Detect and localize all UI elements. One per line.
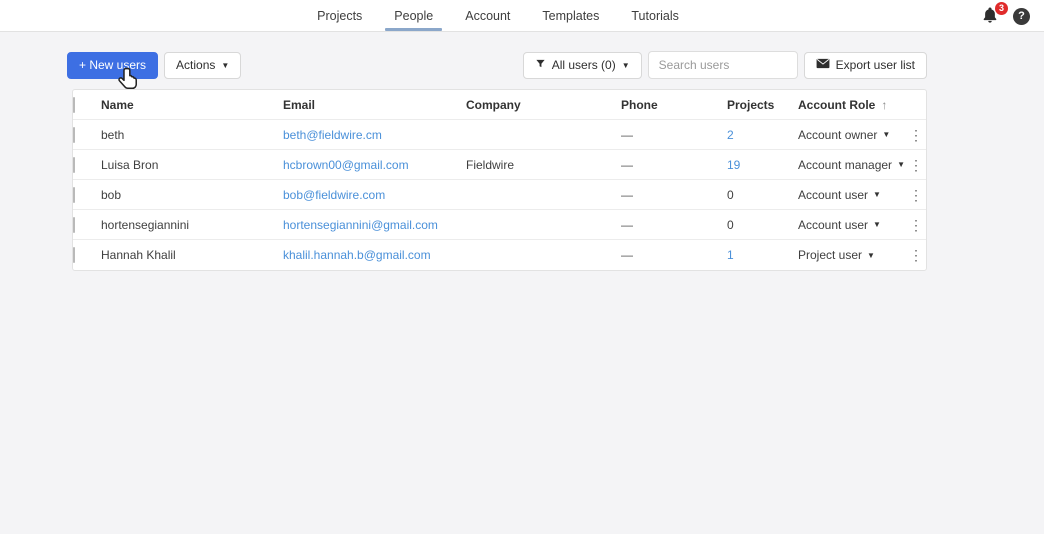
header-name[interactable]: Name <box>101 98 283 112</box>
user-name: Luisa Bron <box>101 157 159 172</box>
toolbar-left: + New users Actions ▼ <box>67 51 242 79</box>
row-menu-kebab-icon[interactable]: ⋮ <box>909 248 923 262</box>
users-toolbar: + New users Actions ▼ All users (0) ▼ Se… <box>67 51 927 79</box>
row-menu-kebab-icon[interactable]: ⋮ <box>909 218 923 232</box>
chevron-down-icon: ▼ <box>221 60 230 70</box>
chevron-down-icon: ▼ <box>867 250 875 260</box>
filter-label: All users (0) <box>551 58 616 72</box>
search-input[interactable] <box>647 51 798 79</box>
sort-ascending-icon: ↑ <box>881 97 888 112</box>
notification-badge: 3 <box>995 2 1008 15</box>
help-button[interactable]: ? <box>1013 7 1030 25</box>
header-phone[interactable]: Phone <box>621 98 727 112</box>
account-role-dropdown[interactable]: Account user ▼ <box>798 188 898 202</box>
export-label: Export user list <box>835 58 915 72</box>
user-email-link[interactable]: beth@fieldwire.cm <box>283 128 382 142</box>
chevron-down-icon: ▼ <box>882 130 891 139</box>
table-row: beth beth@fieldwire.cm — 2 Account owner… <box>73 120 926 150</box>
account-role-dropdown[interactable]: Account user ▼ <box>798 218 898 232</box>
top-navigation-bar: Projects People Account Templates Tutori… <box>0 0 1044 32</box>
row-menu-kebab-icon[interactable]: ⋮ <box>909 158 923 172</box>
users-table: Name Email Company Phone Projects Accoun… <box>72 89 927 271</box>
table-body: beth beth@fieldwire.cm — 2 Account owner… <box>73 120 926 270</box>
nav-tab-tutorials[interactable]: Tutorials <box>622 0 687 31</box>
filter-users-button[interactable]: All users (0) ▼ <box>522 51 642 79</box>
row-checkbox[interactable] <box>73 247 75 263</box>
row-menu-kebab-icon[interactable]: ⋮ <box>909 188 923 202</box>
nav-tabs: Projects People Account Templates Tutori… <box>308 0 688 31</box>
account-role-dropdown[interactable]: Account manager ▼ <box>798 158 905 172</box>
bell-icon <box>981 7 999 28</box>
user-email-link[interactable]: hcbrown00@gmail.com <box>283 158 409 172</box>
user-projects-count[interactable]: 1 <box>727 248 734 262</box>
user-projects-count: 0 <box>727 217 734 232</box>
nav-tab-templates[interactable]: Templates <box>533 0 608 31</box>
user-email-link[interactable]: hortensegiannini@gmail.com <box>283 218 438 232</box>
row-checkbox[interactable] <box>73 186 75 203</box>
account-role-dropdown[interactable]: Account owner ▼ <box>798 128 898 142</box>
table-row: hortensegiannini hortensegiannini@gmail.… <box>73 210 926 240</box>
chevron-down-icon: ▼ <box>873 220 881 229</box>
user-phone: — <box>621 127 633 142</box>
account-role-label: Account Role <box>798 97 876 112</box>
user-name: beth <box>101 127 125 142</box>
user-projects-count: 0 <box>727 187 734 202</box>
table-row: bob bob@fieldwire.com — 0 Account user ▼ … <box>73 180 926 210</box>
select-all-checkbox[interactable] <box>73 96 75 113</box>
user-phone: — <box>621 217 633 232</box>
user-phone: — <box>621 187 633 202</box>
user-name: bob <box>101 187 122 202</box>
header-email[interactable]: Email <box>283 98 466 112</box>
user-email-link[interactable]: khalil.hannah.b@gmail.com <box>283 248 431 262</box>
user-name: Hannah Khalil <box>101 248 176 262</box>
actions-button[interactable]: Actions ▼ <box>164 51 242 79</box>
user-projects-count[interactable]: 2 <box>727 128 734 142</box>
table-row: Luisa Bron hcbrown00@gmail.com Fieldwire… <box>73 150 926 180</box>
envelope-icon <box>816 58 830 72</box>
user-phone: — <box>621 157 633 172</box>
nav-tab-account[interactable]: Account <box>456 0 519 31</box>
header-projects[interactable]: Projects <box>727 98 798 112</box>
toolbar-right: All users (0) ▼ Export user list <box>522 51 927 79</box>
notifications-button[interactable]: 3 <box>981 2 1008 28</box>
user-name: hortensegiannini <box>101 217 190 232</box>
actions-label: Actions <box>176 58 216 72</box>
filter-funnel-icon <box>535 58 546 72</box>
nav-tab-projects[interactable]: Projects <box>308 0 371 31</box>
chevron-down-icon: ▼ <box>897 160 905 169</box>
question-mark-icon: ? <box>1018 10 1025 22</box>
user-email-link[interactable]: bob@fieldwire.com <box>283 188 385 202</box>
export-user-list-button[interactable]: Export user list <box>803 51 927 79</box>
user-projects-count[interactable]: 19 <box>727 158 740 172</box>
row-checkbox[interactable] <box>73 126 75 143</box>
table-row: Hannah Khalil khalil.hannah.b@gmail.com … <box>73 240 926 270</box>
account-role-dropdown[interactable]: Project user ▼ <box>798 248 898 262</box>
user-company: Fieldwire <box>466 157 515 172</box>
header-company[interactable]: Company <box>466 98 621 112</box>
topbar-actions: 3 ? <box>981 0 1030 32</box>
nav-tab-people[interactable]: People <box>385 0 443 31</box>
table-header-row: Name Email Company Phone Projects Accoun… <box>73 90 926 120</box>
new-users-button[interactable]: + New users <box>67 51 159 79</box>
row-menu-kebab-icon[interactable]: ⋮ <box>909 128 923 142</box>
row-checkbox[interactable] <box>73 216 75 233</box>
new-users-label: + New users <box>79 58 147 72</box>
chevron-down-icon: ▼ <box>621 60 630 70</box>
user-phone: — <box>621 248 633 262</box>
chevron-down-icon: ▼ <box>873 190 881 199</box>
header-account-role[interactable]: Account Role ↑ <box>798 98 906 112</box>
row-checkbox[interactable] <box>73 156 75 173</box>
